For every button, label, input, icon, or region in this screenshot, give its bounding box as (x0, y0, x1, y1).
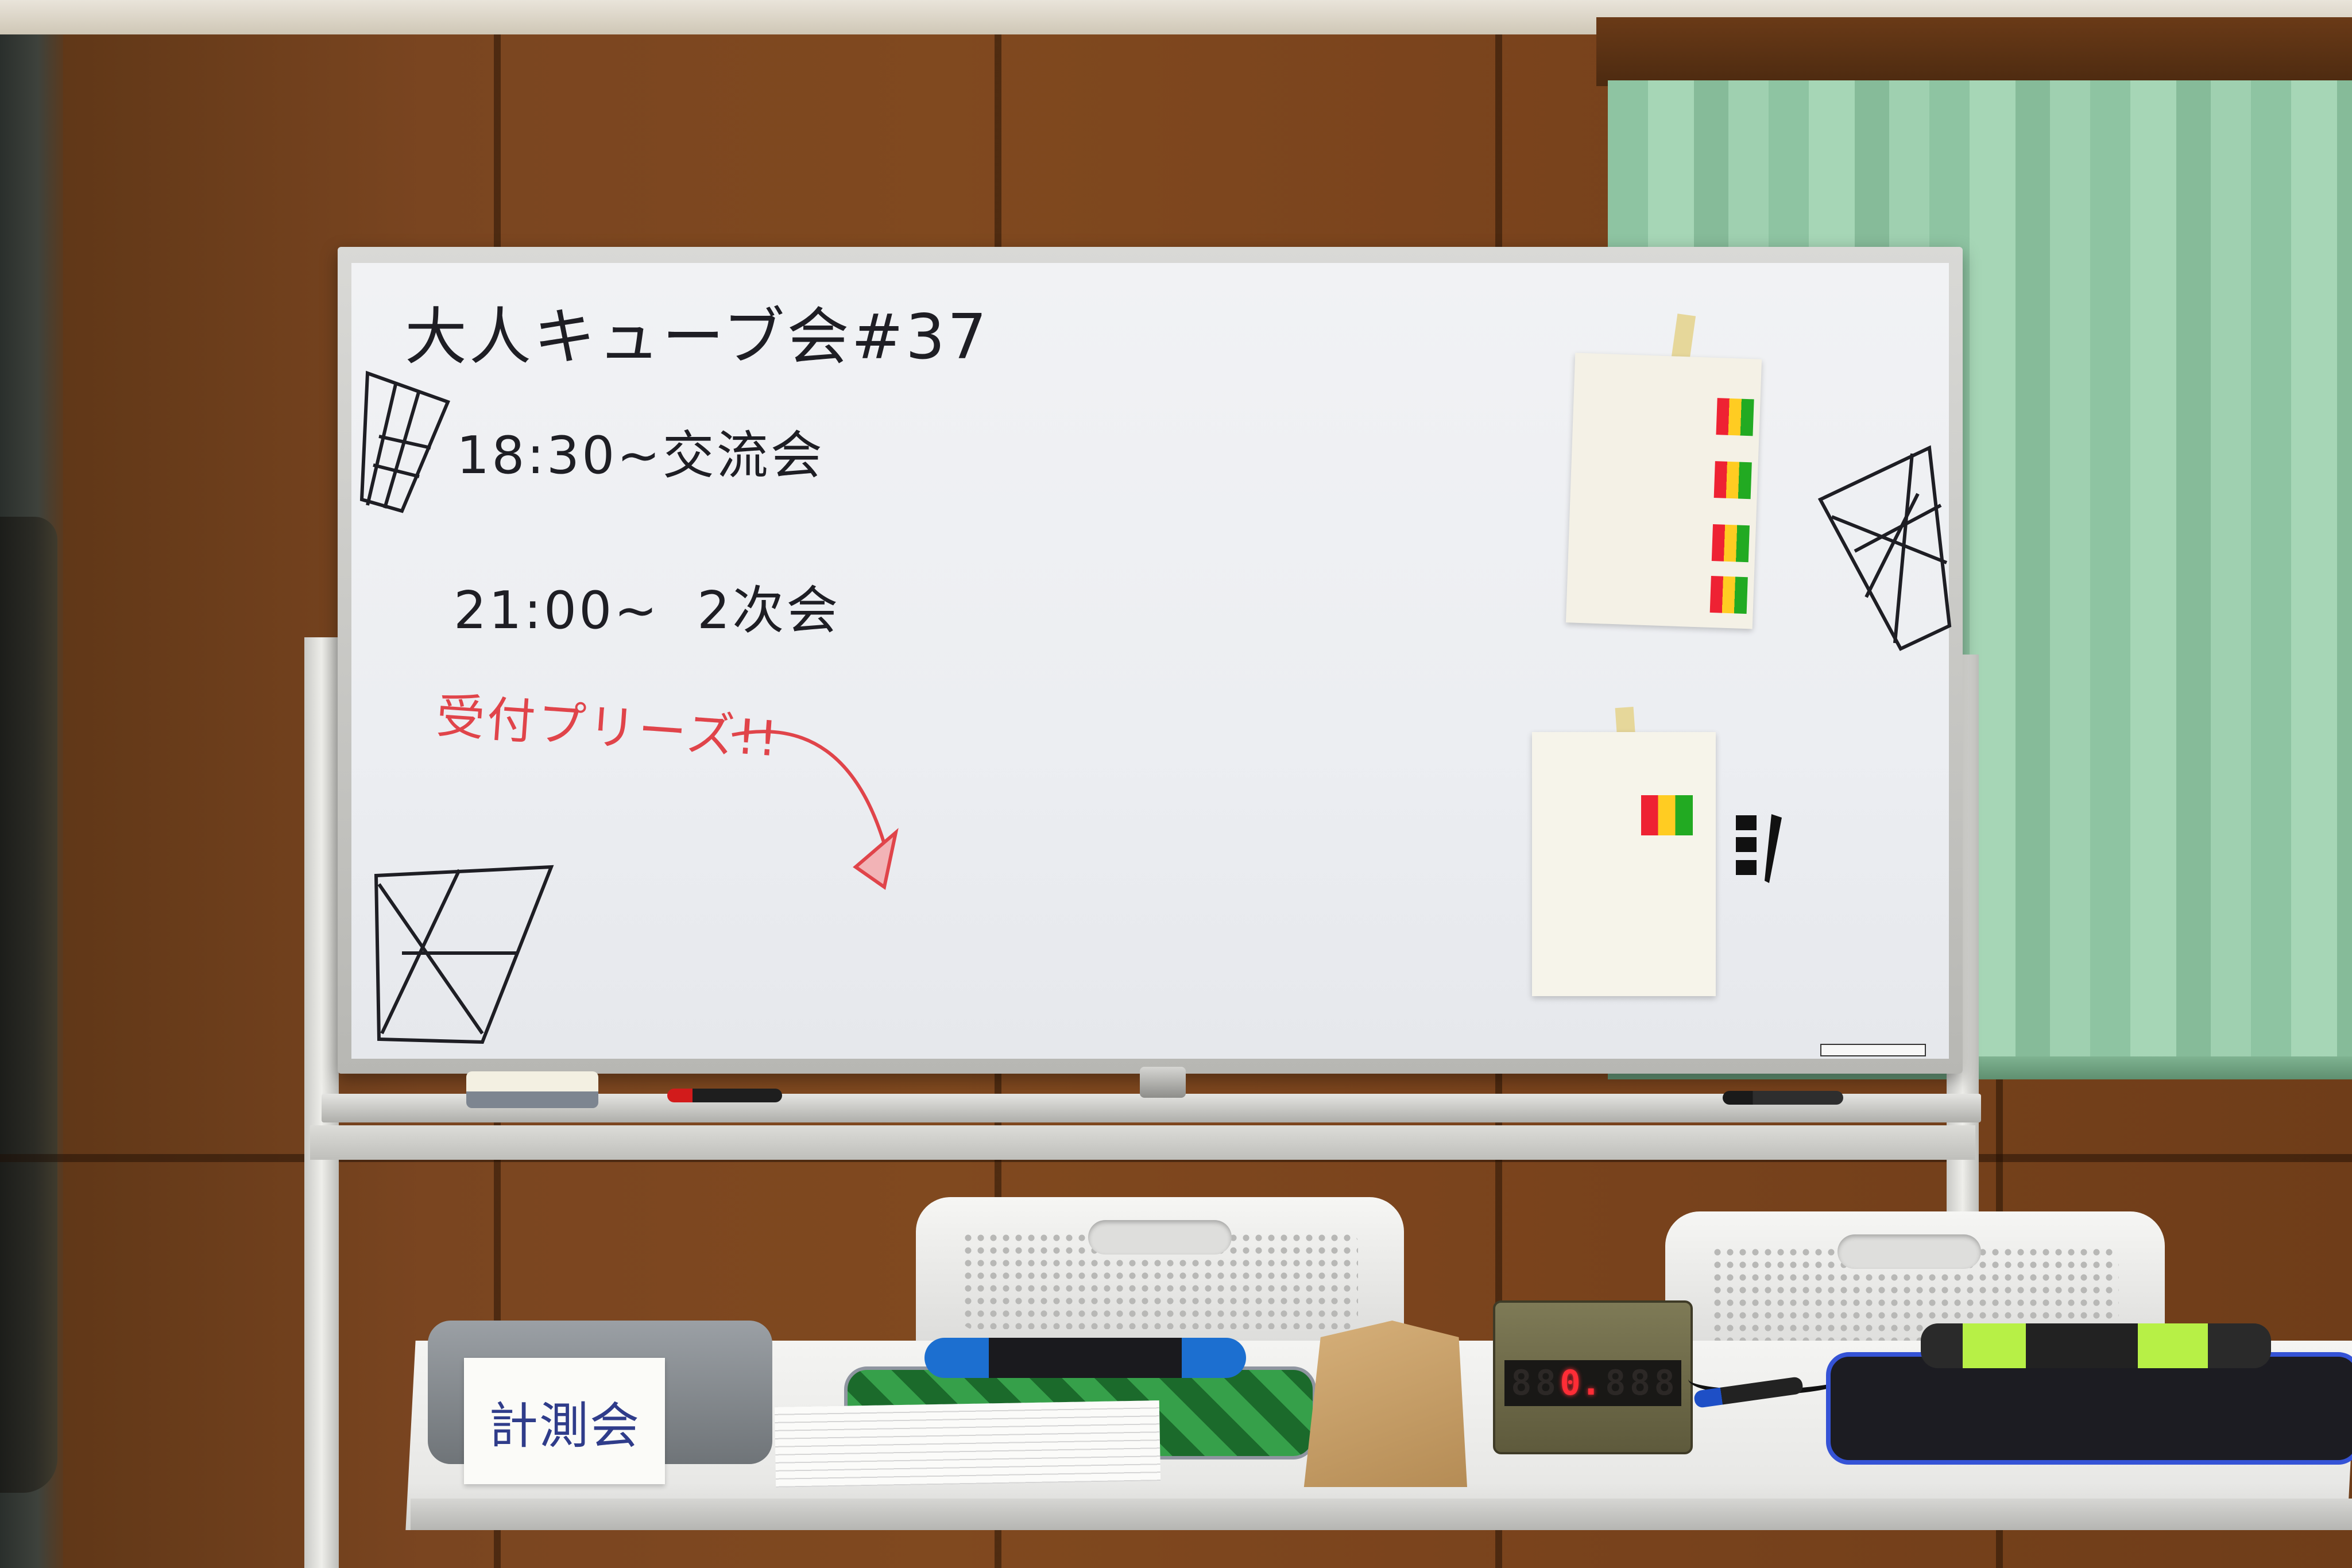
grid-doodle (359, 370, 450, 513)
timer-digit: 8 (1535, 1363, 1557, 1403)
chair-handle (1088, 1220, 1232, 1255)
timer-digit: 0. (1560, 1363, 1601, 1403)
stackmat-timer-left[interactable] (924, 1338, 1246, 1378)
chair-handle (1838, 1234, 1981, 1269)
red-marker[interactable] (667, 1089, 782, 1102)
schedule-time-2: 21:00~ (454, 580, 660, 641)
cube-diagram (1709, 575, 1748, 614)
black-marker[interactable] (1723, 1091, 1843, 1105)
timer-digit: 8 (1511, 1363, 1532, 1403)
eraser[interactable] (466, 1071, 598, 1108)
schedule-time-1: 18:30~ (457, 425, 663, 486)
schedule-event-1: 交流会 (662, 425, 825, 486)
timer-digit: 8 (1629, 1363, 1651, 1403)
cube-diagram (1713, 461, 1752, 500)
cube-net-diagram (1641, 795, 1693, 835)
scramble-sheet (1532, 732, 1716, 996)
timer-digit: 8 (1654, 1363, 1675, 1403)
schedule-line-1: 18:30~交流会 (457, 413, 825, 488)
score-sheet (774, 1400, 1161, 1488)
sign-text: 計測会 (489, 1397, 640, 1455)
event-title: 大人キューブ会#37 (405, 301, 989, 373)
schedule-event-2: 2次会 (697, 580, 841, 641)
timer-display-unit: 8 8 0. 8 8 8 (1493, 1300, 1693, 1454)
stackmat-timer-right[interactable] (1921, 1323, 2271, 1368)
black-magnets (1736, 814, 1782, 883)
timer-digit: 8 (1605, 1363, 1626, 1403)
cardboard-box (1303, 1321, 1467, 1487)
timer-display-screen: 8 8 0. 8 8 8 (1504, 1360, 1681, 1406)
board-clip (1140, 1067, 1186, 1098)
black-timer-mat (1826, 1352, 2352, 1465)
brand-sticker (1820, 1044, 1926, 1056)
wheel-doodle (1817, 445, 1952, 651)
schedule-line-2: 21:00~ 2次会 (454, 568, 840, 643)
sign-card: 計測会 (464, 1358, 665, 1484)
cube-diagram (1716, 398, 1754, 436)
hexagram-doodle (374, 865, 554, 1044)
table-edge (411, 1499, 2352, 1530)
algorithm-sheet (1565, 353, 1762, 629)
cube-diagram (1711, 524, 1750, 563)
